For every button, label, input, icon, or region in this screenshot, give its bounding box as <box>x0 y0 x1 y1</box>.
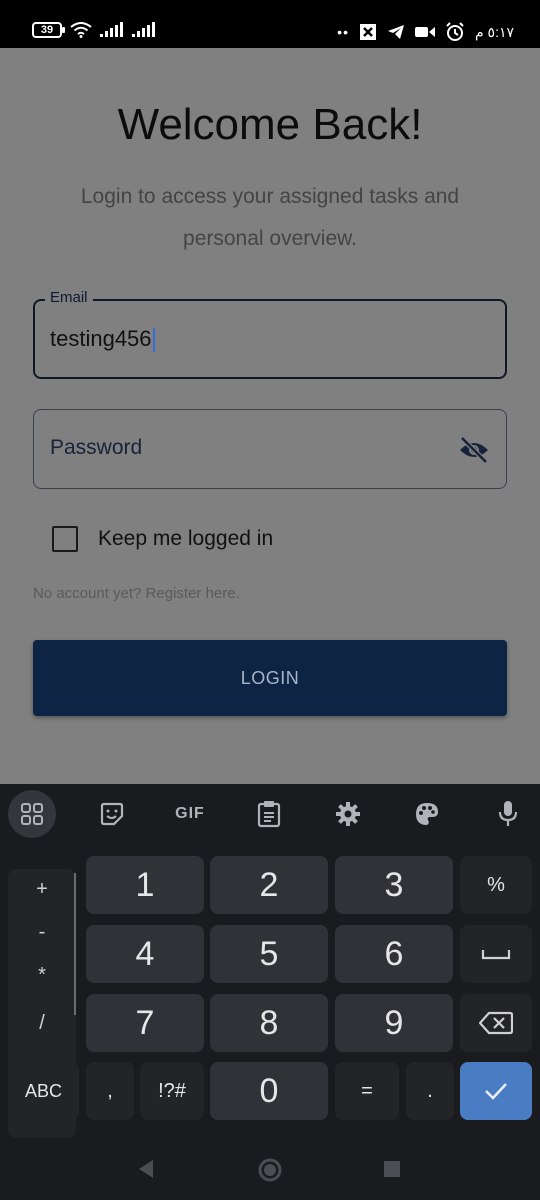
checkmark-icon <box>485 1083 507 1100</box>
key-5[interactable]: 5 <box>210 925 328 983</box>
login-screen: Welcome Back! Login to access your assig… <box>0 48 540 784</box>
recents-icon[interactable] <box>384 1161 400 1177</box>
key-4[interactable]: 4 <box>86 925 204 983</box>
key-2[interactable]: 2 <box>210 856 328 914</box>
alarm-icon <box>446 22 464 41</box>
comma-key[interactable]: , <box>86 1062 134 1120</box>
email-value-wrapper: testing456 <box>50 326 155 353</box>
app-notification-icon <box>359 24 376 40</box>
password-field[interactable]: Password <box>33 409 507 489</box>
gif-label: GIF <box>175 805 205 822</box>
minus-key[interactable]: - <box>8 921 76 944</box>
voice-input-button[interactable] <box>484 792 532 836</box>
email-label: Email <box>45 289 93 306</box>
clipboard-icon <box>257 801 281 828</box>
register-link[interactable]: No account yet? Register here. <box>33 585 240 602</box>
plus-key[interactable]: + <box>8 878 76 901</box>
microphone-icon <box>498 801 518 826</box>
sticker-button[interactable] <box>88 792 136 836</box>
keep-logged-in-label: Keep me logged in <box>98 527 274 550</box>
telegram-icon <box>387 25 404 39</box>
space-key[interactable] <box>460 925 532 983</box>
abc-key[interactable]: ABC <box>8 1062 79 1120</box>
login-button[interactable]: LOGIN <box>33 640 507 716</box>
gif-button[interactable]: GIF <box>166 792 214 836</box>
theme-button[interactable] <box>403 792 451 836</box>
multiply-key[interactable]: * <box>8 964 76 987</box>
signal-icon <box>100 22 123 37</box>
backspace-key[interactable] <box>460 994 532 1052</box>
key-6[interactable]: 6 <box>335 925 453 983</box>
text-caret <box>152 328 155 353</box>
keep-logged-in-row[interactable]: Keep me logged in <box>52 526 273 552</box>
keep-logged-in-checkbox[interactable] <box>52 526 78 552</box>
battery-indicator: 39 <box>32 22 65 38</box>
keyboard-toolbar: GIF <box>0 784 540 844</box>
palette-icon <box>416 803 438 825</box>
key-7[interactable]: 7 <box>86 994 204 1052</box>
visibility-off-icon[interactable] <box>456 432 492 468</box>
key-8[interactable]: 8 <box>210 994 328 1052</box>
apps-grid-icon <box>21 803 43 825</box>
key-1[interactable]: 1 <box>86 856 204 914</box>
email-value: testing456 <box>50 326 152 351</box>
page-title: Welcome Back! <box>117 100 423 149</box>
clock: ٥:١٧ م <box>474 23 514 40</box>
enter-key[interactable] <box>460 1062 532 1120</box>
home-icon[interactable] <box>257 1157 283 1183</box>
key-3[interactable]: 3 <box>335 856 453 914</box>
symbols-key[interactable]: !?# <box>140 1062 204 1120</box>
status-right: •• ٥:١٧ م <box>337 22 514 42</box>
space-icon <box>481 950 511 960</box>
system-navigation-bar <box>0 1140 540 1200</box>
email-field[interactable]: Email testing456 <box>33 289 507 379</box>
symbol-column-divider <box>74 873 76 1015</box>
back-icon[interactable] <box>137 1159 155 1179</box>
numeric-keyboard: GIF + - * / 1 2 3 % 4 5 6 7 8 9 ABC , !?… <box>0 784 540 1200</box>
video-icon <box>414 27 435 37</box>
key-0[interactable]: 0 <box>210 1062 328 1120</box>
backspace-icon <box>479 1011 513 1035</box>
more-notifications-icon: •• <box>337 24 349 40</box>
sticker-icon <box>100 802 124 826</box>
equals-key[interactable]: = <box>335 1062 399 1120</box>
gear-icon <box>336 802 360 826</box>
password-placeholder: Password <box>50 436 143 459</box>
signal-icon <box>132 22 155 37</box>
page-subtitle: Login to access your assigned tasks and … <box>80 185 460 250</box>
wifi-icon <box>70 22 92 38</box>
key-9[interactable]: 9 <box>335 994 453 1052</box>
period-key[interactable]: . <box>406 1062 454 1120</box>
clipboard-button[interactable] <box>245 792 293 836</box>
percent-key[interactable]: % <box>460 856 532 914</box>
status-bar: 39 •• ٥:١٧ م <box>0 0 540 48</box>
status-left: 39 <box>32 22 156 38</box>
divide-key[interactable]: / <box>8 1012 76 1035</box>
settings-button[interactable] <box>324 792 372 836</box>
apps-grid-button[interactable] <box>8 790 56 838</box>
